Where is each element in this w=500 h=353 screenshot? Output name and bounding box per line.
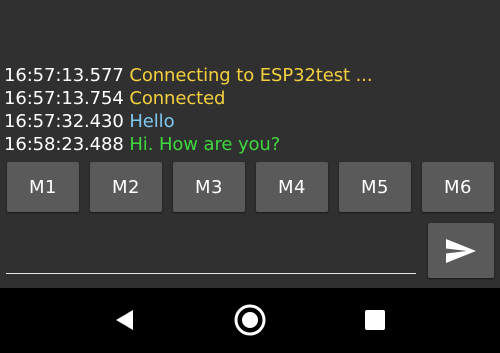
send-button[interactable] — [428, 223, 494, 278]
log-line: 16:57:13.577 Connecting to ESP32test ... — [4, 64, 496, 87]
macro-button-m4[interactable]: M4 — [256, 162, 328, 212]
log-line: 16:58:23.488 Hi. How are you? — [4, 133, 496, 156]
macro-button-m2[interactable]: M2 — [90, 162, 162, 212]
log-line: 16:57:32.430 Hello — [4, 110, 496, 133]
log-timestamp: 16:58:23.488 — [4, 134, 124, 155]
log-line: 16:57:13.754 Connected — [4, 87, 496, 110]
home-icon — [234, 304, 266, 336]
log-message: Connecting to ESP32test ... — [129, 65, 373, 86]
macro-button-m3[interactable]: M3 — [173, 162, 245, 212]
recents-icon — [365, 310, 385, 330]
log-message: Connected — [129, 88, 226, 109]
log-timestamp: 16:57:13.754 — [4, 88, 124, 109]
home-button[interactable] — [226, 296, 274, 344]
back-button[interactable] — [100, 296, 148, 344]
recents-button[interactable] — [351, 296, 399, 344]
input-underline — [6, 273, 416, 274]
macro-button-row: M1 M2 M3 M4 M5 M6 — [0, 162, 500, 212]
log-timestamp: 16:57:32.430 — [4, 111, 124, 132]
message-input[interactable] — [6, 240, 416, 270]
system-navigation-bar — [0, 288, 500, 353]
log-message: Hi. How are you? — [129, 134, 281, 155]
macro-button-m6[interactable]: M6 — [422, 162, 494, 212]
log-timestamp: 16:57:13.577 — [4, 65, 124, 86]
back-icon — [116, 310, 133, 330]
terminal-output: 16:57:13.577 Connecting to ESP32test ...… — [4, 64, 496, 156]
app-window: 16:57:13.577 Connecting to ESP32test ...… — [0, 0, 500, 288]
log-message: Hello — [129, 111, 175, 132]
macro-button-m1[interactable]: M1 — [7, 162, 79, 212]
macro-button-m5[interactable]: M5 — [339, 162, 411, 212]
send-icon — [446, 238, 476, 263]
